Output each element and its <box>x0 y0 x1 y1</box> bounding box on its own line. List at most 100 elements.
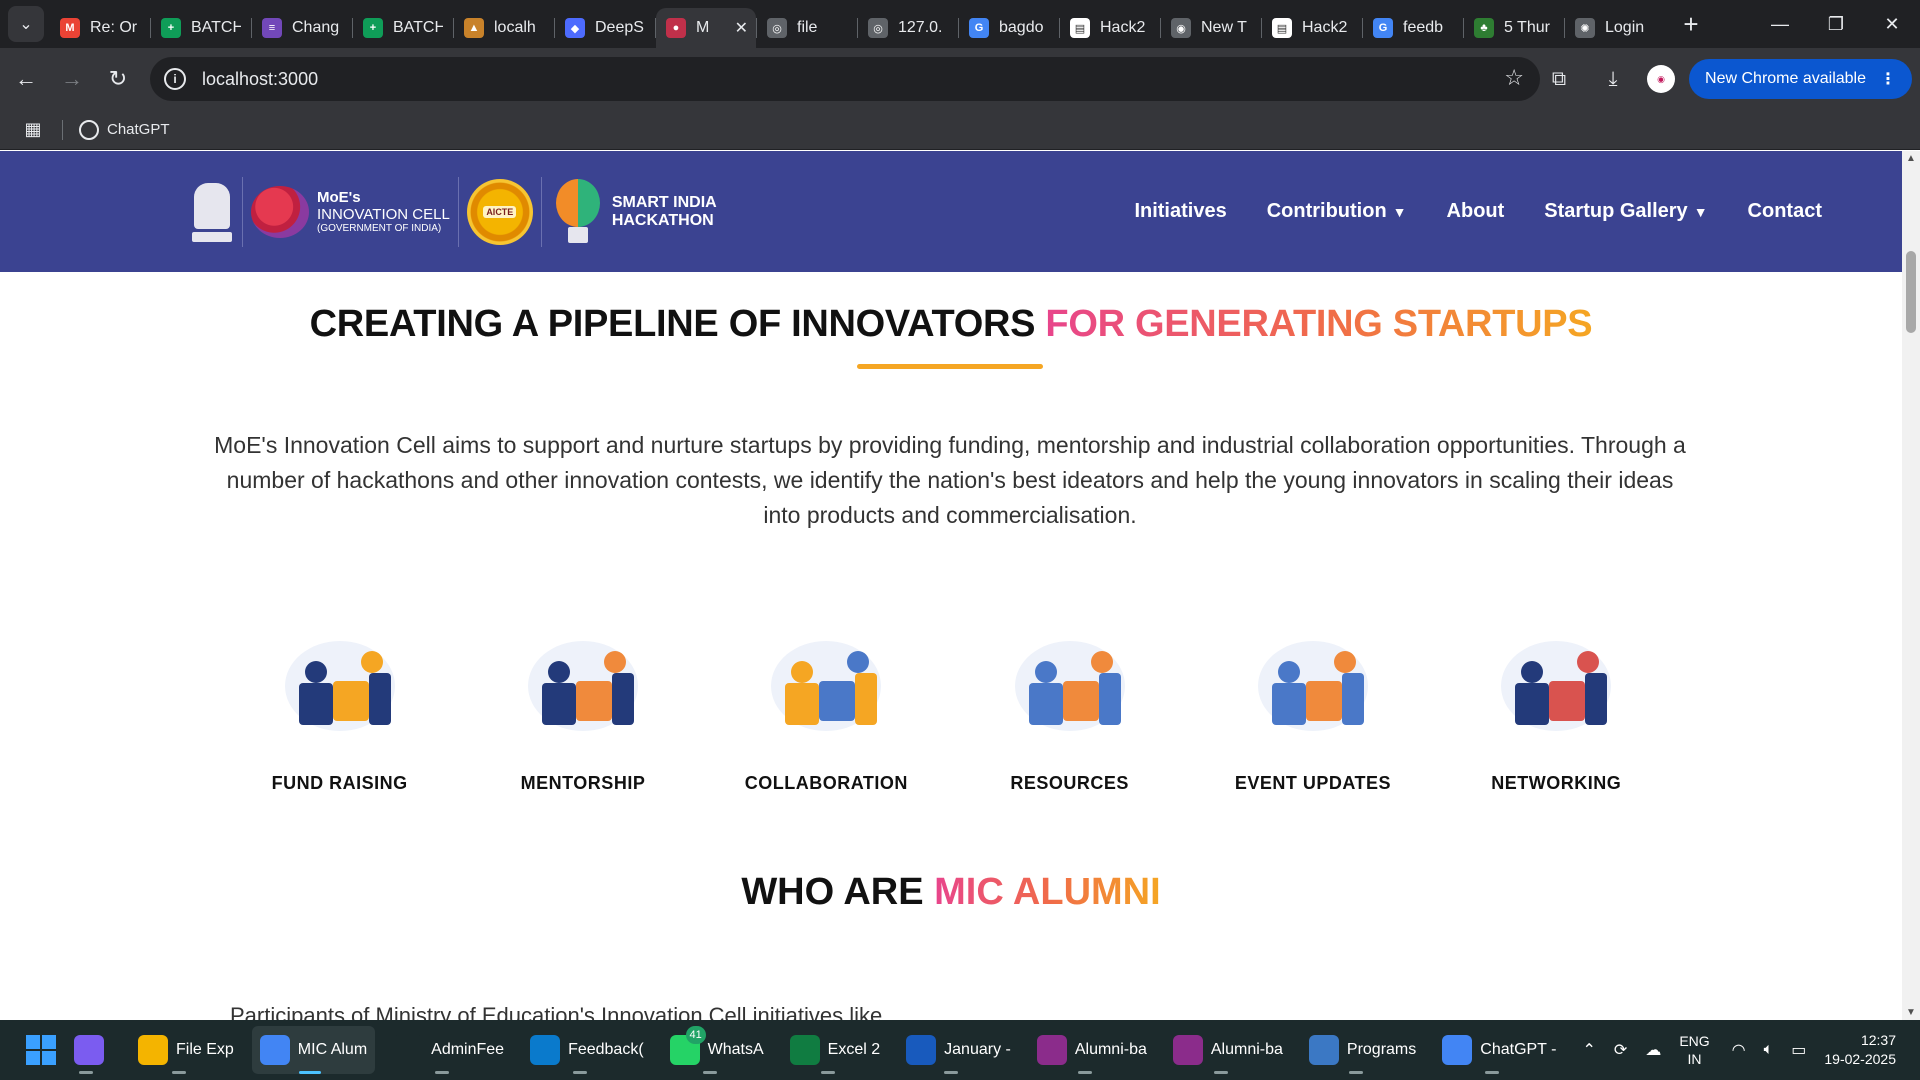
back-button[interactable]: ← <box>6 59 46 99</box>
alumni-title-plain: WHO ARE <box>741 871 935 913</box>
sync-icon[interactable]: ⟳ <box>1614 1040 1627 1060</box>
sih-logo: SMART INDIA HACKATHON <box>550 177 717 247</box>
tab-title: localh <box>494 19 536 36</box>
taskbar-app[interactable]: Excel 2 <box>782 1026 888 1074</box>
bookmark-separator <box>62 119 63 140</box>
arrow-right-icon: → <box>61 66 83 91</box>
browser-tab[interactable]: Gfeedb <box>1363 8 1463 48</box>
browser-tab[interactable]: ◎ file <box>757 8 857 48</box>
browser-tab[interactable]: + BATCH <box>151 8 251 48</box>
onedrive-icon[interactable]: ☁ <box>1645 1040 1661 1060</box>
close-window-button[interactable]: ✕ <box>1864 0 1920 48</box>
scroll-up-arrow[interactable]: ▲ <box>1902 153 1920 164</box>
gmail-icon: M <box>60 18 80 38</box>
new-tab-button[interactable]: + <box>1673 6 1709 42</box>
nav-initiatives-label: Initiatives <box>1134 200 1227 222</box>
browser-tab[interactable]: ◎ 127.0. <box>858 8 958 48</box>
browser-tab[interactable]: ✺ Login <box>1565 8 1665 48</box>
tab-search-button[interactable]: ⌄ <box>8 6 44 42</box>
browser-toolbar: ← → ↻ i localhost:3000 ☆ ⧉ ⤓ ◉ New Chrom… <box>0 48 1920 110</box>
feature-label: FUND RAISING <box>271 773 408 793</box>
tab-title: file <box>797 19 818 36</box>
hero-title: CREATING A PIPELINE OF INNOVATORS FOR GE… <box>0 303 1902 346</box>
browser-tab[interactable]: ◆ DeepS <box>555 8 655 48</box>
url-text[interactable]: localhost:3000 <box>202 69 318 90</box>
site-header: MoE's INNOVATION CELL (GOVERNMENT OF IND… <box>0 151 1902 272</box>
scroll-down-arrow[interactable]: ▼ <box>1902 1007 1920 1018</box>
language-indicator[interactable]: ENG IN <box>1679 1032 1709 1068</box>
chevron-up-icon[interactable]: ⌃ <box>1583 1040 1596 1060</box>
volume-icon[interactable]: 🔈︎ <box>1764 1041 1774 1059</box>
browser-tab[interactable]: ♣ 5 Thur <box>1464 8 1564 48</box>
scrollbar-thumb[interactable] <box>1906 251 1916 333</box>
browser-tab[interactable]: ▤ Hack2 <box>1262 8 1362 48</box>
sih-logo-line1: SMART INDIA <box>611 194 717 212</box>
minimize-button[interactable]: — <box>1752 0 1808 48</box>
taskbar-app[interactable] <box>66 1026 120 1074</box>
browser-tab[interactable]: Gbagdo <box>959 8 1059 48</box>
browser-tab[interactable]: ▤ Hack2 <box>1060 8 1160 48</box>
running-indicator <box>1485 1071 1500 1074</box>
sheets-icon: + <box>363 18 383 38</box>
nav-initiatives[interactable]: Initiatives <box>1134 200 1226 223</box>
wifi-icon[interactable]: ◠ <box>1732 1040 1746 1060</box>
forward-button[interactable]: → <box>52 59 92 99</box>
nav-contact[interactable]: Contact <box>1748 200 1822 223</box>
clock[interactable]: 12:37 19-02-2025 <box>1824 1031 1896 1069</box>
address-bar[interactable]: i localhost:3000 ☆ <box>150 57 1540 101</box>
title-underline <box>857 364 1043 369</box>
mic-icon: ● <box>666 18 686 38</box>
close-tab-icon[interactable]: ✕ <box>735 18 748 38</box>
taskbar-app[interactable]: AdminFee <box>385 1026 512 1074</box>
nav-startup-gallery[interactable]: Startup Gallery ▼ <box>1544 200 1707 223</box>
site-info-icon[interactable]: i <box>164 68 186 90</box>
running-indicator <box>299 1071 322 1074</box>
profile-avatar[interactable]: ◉ <box>1647 65 1676 93</box>
extensions-icon[interactable]: ⧉ <box>1539 59 1579 99</box>
alumni-title: WHO ARE MIC ALUMNI <box>0 871 1902 914</box>
taskbar-app[interactable]: ChatGPT - <box>1434 1026 1564 1074</box>
chrome-icon <box>259 1035 290 1065</box>
taskbar-app[interactable]: Alumni-ba <box>1029 1026 1155 1074</box>
clock-date: 19-02-2025 <box>1824 1051 1896 1067</box>
winrar-icon <box>1172 1035 1203 1065</box>
taskbar-app-label: AdminFee <box>431 1041 505 1058</box>
page-scrollbar[interactable]: ▲ ▼ <box>1902 151 1920 1020</box>
apps-grid-icon[interactable]: ▦ <box>20 117 46 143</box>
taskbar-app[interactable]: File Exp <box>130 1026 242 1074</box>
nav-contribution[interactable]: Contribution ▼ <box>1267 200 1407 223</box>
aicte-logo-text: AICTE <box>483 206 517 218</box>
taskbar-app-label: MIC Alum <box>297 1041 368 1058</box>
taskbar-app[interactable]: Alumni-ba <box>1165 1026 1291 1074</box>
nav-about[interactable]: About <box>1447 200 1505 223</box>
reload-button[interactable]: ↻ <box>98 59 138 99</box>
bookmark-chatgpt[interactable]: ChatGPT <box>79 119 170 140</box>
browser-tab[interactable]: ◉ New T <box>1161 8 1261 48</box>
taskbar-app[interactable]: MIC Alum <box>251 1026 376 1074</box>
taskbar-app[interactable]: Programs <box>1301 1026 1424 1074</box>
browser-tab[interactable]: M Re: Or <box>50 8 150 48</box>
browser-tab[interactable]: ● M ✕ <box>656 8 756 48</box>
running-indicator <box>434 1071 449 1074</box>
taskbar-app[interactable]: January - <box>898 1026 1019 1074</box>
more-menu-icon[interactable]: ⋮ <box>1880 69 1896 89</box>
browser-tab[interactable]: ≡ Chang <box>252 8 352 48</box>
nav-contribution-label: Contribution <box>1266 200 1387 222</box>
update-chrome-button[interactable]: New Chrome available ⋮ <box>1689 59 1912 99</box>
bookmarks-bar: ▦ ChatGPT <box>0 110 1920 150</box>
browser-tab[interactable]: ▲ localh <box>454 8 554 48</box>
bookmark-star-icon[interactable]: ☆ <box>1504 65 1524 91</box>
winrar-icon <box>1036 1035 1067 1065</box>
maximize-button[interactable]: ❐ <box>1808 0 1864 48</box>
system-tray: ⌃ ⟳ ☁ ENG IN ◠ 🔈︎ ▭ 12:37 19-02-2025 <box>1583 1020 1920 1080</box>
browser-tab[interactable]: + BATCH <box>353 8 453 48</box>
taskbar-app[interactable]: Feedback( <box>522 1026 652 1074</box>
download-icon[interactable]: ⤓ <box>1593 59 1633 99</box>
copilot-icon <box>74 1035 104 1065</box>
feature-card: FUND RAISING <box>218 621 461 794</box>
battery-icon[interactable]: ▭ <box>1791 1040 1806 1060</box>
mic-logo[interactable]: MoE's INNOVATION CELL (GOVERNMENT OF IND… <box>251 186 450 238</box>
taskbar-app[interactable]: 41 WhatsA <box>662 1026 772 1074</box>
start-button[interactable] <box>26 1035 56 1065</box>
site-nav: Initiatives Contribution ▼ About Startup … <box>1134 151 1902 272</box>
